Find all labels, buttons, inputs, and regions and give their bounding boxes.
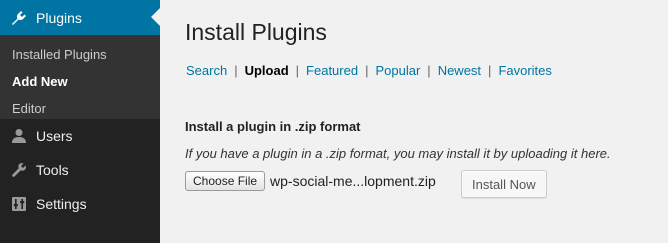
sidebar-item-settings[interactable]: Settings [0, 187, 160, 221]
tab-separator: | [295, 63, 300, 78]
submenu-item-installed-plugins[interactable]: Installed Plugins [0, 41, 160, 68]
users-icon [10, 127, 28, 145]
upload-heading: Install a plugin in .zip format [185, 119, 361, 134]
sidebar-item-tools[interactable]: Tools [0, 153, 160, 187]
choose-file-button[interactable]: Choose File [185, 171, 266, 191]
tab-favorites[interactable]: Favorites [498, 63, 551, 78]
upload-help-text: If you have a plugin in a .zip format, y… [185, 146, 611, 161]
main-content: Install Plugins Search | Upload | Featur… [160, 0, 668, 243]
tab-featured[interactable]: Featured [306, 63, 358, 78]
page-title: Install Plugins [185, 19, 327, 45]
settings-icon [10, 195, 28, 213]
plugin-icon [10, 9, 28, 27]
tab-separator: | [234, 63, 238, 78]
selected-file-name: wp-social-me...lopment.zip [270, 173, 436, 189]
submenu-item-add-new[interactable]: Add New [0, 68, 160, 95]
sidebar-item-label: Users [36, 128, 73, 144]
sidebar-item-users[interactable]: Users [0, 119, 160, 153]
sidebar-item-plugins[interactable]: Plugins [0, 0, 160, 35]
tab-separator: | [427, 63, 431, 78]
sidebar-item-label: Settings [36, 196, 87, 212]
file-input: Choose File wp-social-me...lopment.zip [185, 171, 436, 191]
sidebar-item-label: Plugins [36, 9, 82, 26]
plugins-submenu: Installed Plugins Add New Editor [0, 35, 160, 119]
tab-separator: | [488, 63, 492, 78]
install-now-button[interactable]: Install Now [461, 170, 547, 198]
admin-sidebar: Plugins Installed Plugins Add New Editor… [0, 0, 160, 243]
install-tabs: Search | Upload | Featured | Popular | N… [186, 63, 552, 78]
tab-popular[interactable]: Popular [375, 63, 420, 78]
sidebar-item-label: Tools [36, 162, 69, 178]
wrench-icon [10, 161, 28, 179]
submenu-item-editor[interactable]: Editor [0, 95, 160, 122]
tab-newest[interactable]: Newest [438, 63, 481, 78]
current-menu-arrow [151, 8, 160, 26]
tab-upload[interactable]: Upload [245, 63, 289, 78]
tab-search[interactable]: Search [186, 63, 227, 78]
tab-separator: | [365, 63, 369, 78]
